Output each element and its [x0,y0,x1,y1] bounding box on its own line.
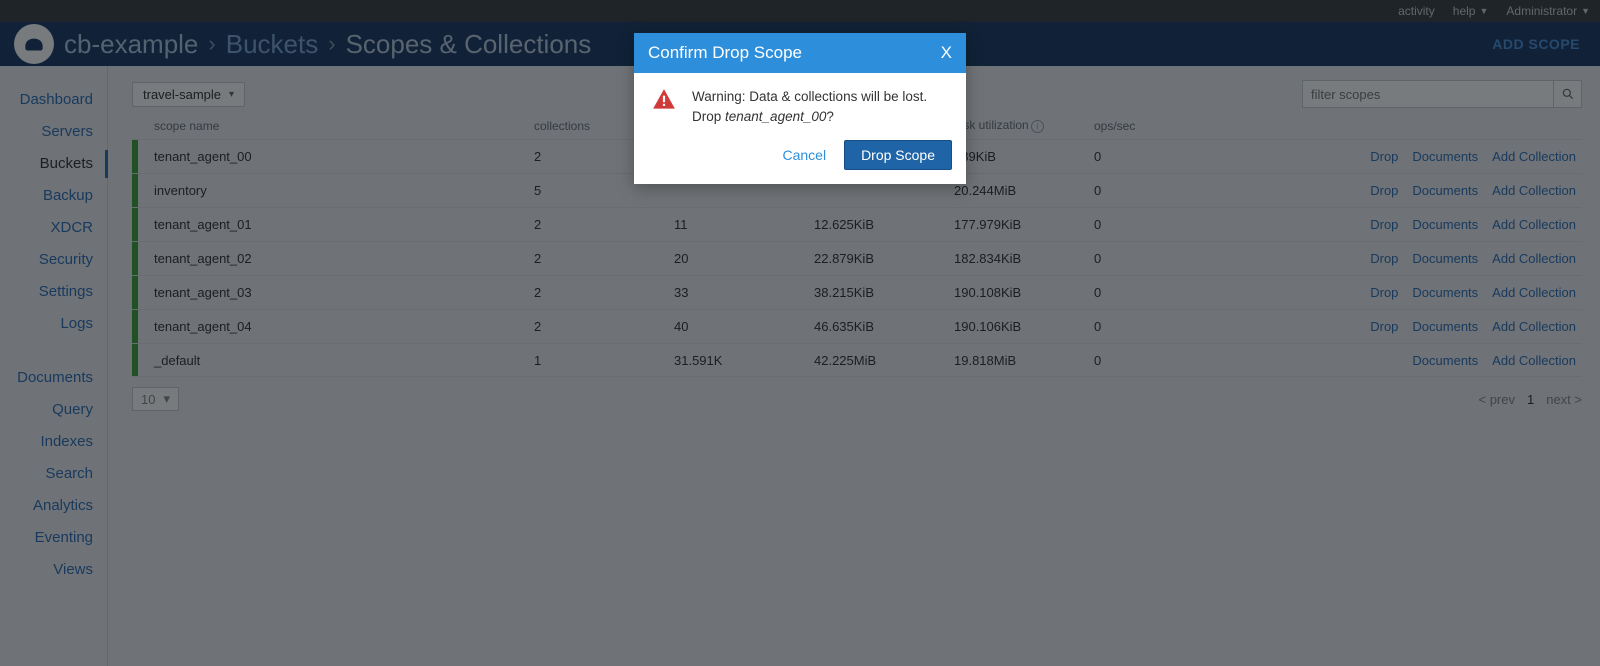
warning-icon [650,87,678,113]
close-icon[interactable]: X [941,43,952,63]
dialog-title: Confirm Drop Scope [648,43,802,63]
cancel-button[interactable]: Cancel [782,147,826,163]
dialog-message: Warning: Data & collections will be lost… [692,87,927,126]
drop-scope-button[interactable]: Drop Scope [844,140,952,170]
modal-overlay: Confirm Drop Scope X Warning: Data & col… [0,0,1600,666]
confirm-drop-scope-dialog: Confirm Drop Scope X Warning: Data & col… [634,33,966,184]
dialog-header: Confirm Drop Scope X [634,33,966,73]
